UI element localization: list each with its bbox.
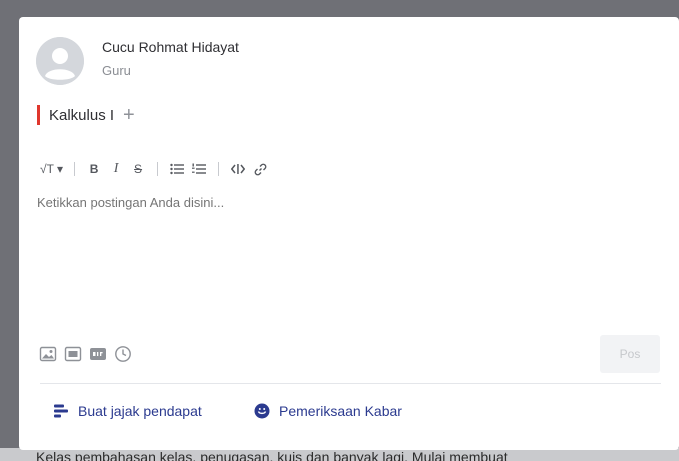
post-button[interactable]: Pos [600,335,660,373]
avatar [36,37,84,85]
gif-icon[interactable] [89,345,107,363]
create-poll-label: Buat jajak pendapat [78,403,202,419]
toolbar-divider [157,162,159,176]
user-icon [36,37,84,85]
link-icon [254,163,266,175]
divider [40,383,661,384]
poll-icon [54,404,68,418]
background-text: Kelas pembahasan kelas, penugasan, kuis … [36,449,508,461]
author-name: Cucu Rohmat Hidayat [102,39,239,55]
check-in-icon [254,403,270,419]
class-name[interactable]: Kalkulus I [49,107,114,124]
author-role: Guru [102,63,131,78]
code-button[interactable] [227,159,249,179]
strikethrough-button[interactable]: S [127,159,149,179]
italic-button[interactable]: I [105,159,127,179]
class-selector: Kalkulus I + [37,104,135,126]
numbered-list-icon [192,163,207,174]
post-editor[interactable] [37,195,657,335]
bullet-list-button[interactable] [166,159,188,179]
add-class-button[interactable]: + [123,105,135,125]
editor-toolbar: √T ▾ B I S [37,159,271,179]
class-color-bar [37,105,40,125]
toolbar-divider [74,162,76,176]
create-poll-button[interactable]: Buat jajak pendapat [53,401,202,421]
bold-button[interactable]: B [83,159,105,179]
numbered-list-button[interactable] [188,159,210,179]
link-button[interactable] [249,159,271,179]
check-in-button[interactable]: Pemeriksaan Kabar [254,401,402,421]
check-in-label: Pemeriksaan Kabar [279,403,402,419]
clock-icon[interactable] [114,345,132,363]
bullet-list-icon [170,163,185,175]
text-size-button[interactable]: √T ▾ [37,159,66,179]
create-post-modal: Cucu Rohmat Hidayat Guru Kalkulus I + √T… [19,17,679,450]
code-icon [231,164,246,174]
toolbar-divider [218,162,220,176]
video-icon[interactable] [64,345,82,363]
image-icon[interactable] [39,345,57,363]
attachment-bar [39,344,139,364]
